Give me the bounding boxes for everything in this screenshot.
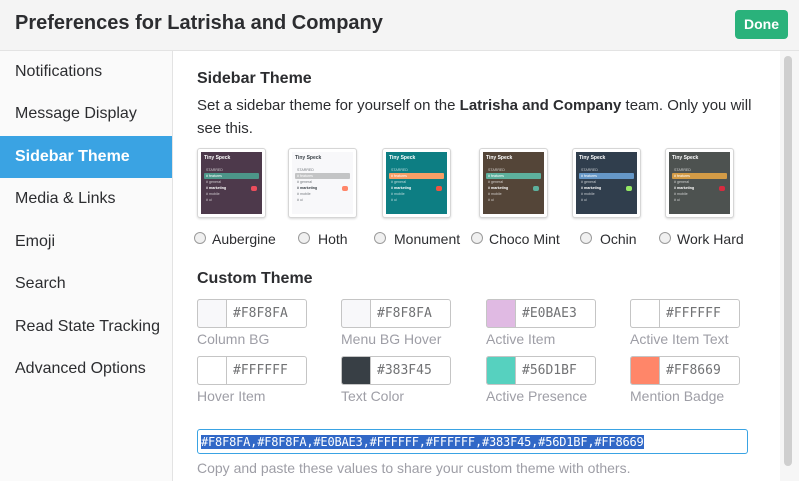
custom-color-label: Text Color — [341, 388, 405, 404]
custom-theme-heading: Custom Theme — [197, 270, 313, 287]
theme-share-value: #F8F8FA,#F8F8FA,#E0BAE3,#FFFFFF,#FFFFFF,… — [201, 435, 644, 449]
radio-button[interactable] — [374, 232, 386, 244]
custom-color-label: Active Presence — [486, 388, 588, 404]
radio-button[interactable] — [580, 232, 592, 244]
theme-preview: Tiny Speck STARRED # features # general # ma… — [386, 152, 447, 214]
theme-preview: Tiny Speck STARRED # features # general # ma… — [576, 152, 637, 214]
sidebar-item-advanced-options[interactable]: Advanced Options — [0, 348, 172, 391]
theme-share-help: Copy and paste these values to share you… — [197, 460, 631, 476]
sidebar-item-read-state-tracking[interactable]: Read State Tracking — [0, 306, 172, 349]
color-swatch[interactable] — [486, 299, 516, 328]
sidebar-item-message-display[interactable]: Message Display — [0, 93, 172, 136]
custom-color-label: Hover Item — [197, 388, 266, 404]
theme-name-label: Choco Mint — [489, 231, 560, 247]
custom-color-label: Column BG — [197, 331, 270, 347]
preview-team-name: Tiny Speck — [389, 155, 416, 161]
radio-button[interactable] — [471, 232, 483, 244]
color-swatch[interactable] — [630, 299, 660, 328]
custom-color-label: Active Item — [486, 331, 556, 347]
preview-badge — [626, 185, 632, 191]
hex-value[interactable]: #F8F8FA — [377, 306, 432, 321]
theme-name-label: Ochin — [600, 231, 637, 247]
sidebar-item-media-links[interactable]: Media & Links — [0, 178, 172, 221]
preview-team-name: Tiny Speck — [486, 155, 513, 161]
hex-value[interactable]: #F8F8FA — [233, 306, 288, 321]
custom-color-input[interactable]: #FFFFFF — [197, 356, 307, 385]
custom-color-label: Mention Badge — [630, 388, 725, 404]
theme-preview: Tiny Speck STARRED # features # general # ma… — [201, 152, 262, 214]
preview-channel: # ui — [488, 198, 494, 202]
main-panel: Sidebar Theme Set a sidebar theme for yo… — [174, 51, 779, 481]
custom-color-input[interactable]: #383F45 — [341, 356, 451, 385]
hex-value[interactable]: #FFFFFF — [233, 363, 288, 378]
custom-color-input[interactable]: #56D1BF — [486, 356, 596, 385]
preview-channel: # ui — [206, 198, 212, 202]
hex-value[interactable]: #FF8669 — [666, 363, 721, 378]
theme-swatch[interactable]: Tiny Speck STARRED # features # general # ma… — [288, 148, 357, 218]
scrollbar[interactable] — [780, 51, 799, 481]
preview-badge — [533, 185, 539, 191]
theme-name-label: Work Hard — [677, 231, 744, 247]
theme-name-label: Monument — [394, 231, 461, 247]
preview-channel: # ui — [297, 198, 303, 202]
color-swatch[interactable] — [630, 356, 660, 385]
sidebar-item-sidebar-theme[interactable]: Sidebar Theme — [0, 135, 172, 178]
sidebar-item-emoji[interactable]: Emoji — [0, 221, 172, 264]
radio-button[interactable] — [659, 232, 671, 244]
color-swatch[interactable] — [197, 299, 227, 328]
theme-swatch[interactable]: Tiny Speck STARRED # features # general # ma… — [572, 148, 641, 218]
custom-color-input[interactable]: #FF8669 — [630, 356, 740, 385]
preview-channel: # ui — [674, 198, 680, 202]
preview-badge — [436, 185, 442, 191]
theme-swatch[interactable]: Tiny Speck STARRED # features # general # ma… — [665, 148, 734, 218]
hex-value[interactable]: #E0BAE3 — [522, 306, 577, 321]
preview-team-name: Tiny Speck — [579, 155, 606, 161]
color-swatch[interactable] — [197, 356, 227, 385]
scrollbar-thumb[interactable] — [784, 56, 792, 466]
sidebar-item-search[interactable]: Search — [0, 263, 172, 306]
custom-color-label: Menu BG Hover — [341, 331, 442, 347]
radio-button[interactable] — [194, 232, 206, 244]
theme-swatch[interactable]: Tiny Speck STARRED # features # general # ma… — [197, 148, 266, 218]
preview-badge — [251, 185, 257, 191]
sidebar-theme-heading: Sidebar Theme — [197, 70, 312, 87]
page-title: Preferences for Latrisha and Company — [15, 12, 383, 34]
custom-color-input[interactable]: #E0BAE3 — [486, 299, 596, 328]
preview-badge — [342, 185, 348, 191]
modal-header: Preferences for Latrisha and Company Don… — [0, 0, 799, 51]
custom-color-label: Active Item Text — [630, 331, 729, 347]
color-swatch[interactable] — [341, 299, 371, 328]
preview-channel: # ui — [581, 198, 587, 202]
color-swatch[interactable] — [341, 356, 371, 385]
custom-color-input[interactable]: #F8F8FA — [197, 299, 307, 328]
preview-badge — [719, 185, 725, 191]
sidebar-item-notifications[interactable]: Notifications — [0, 51, 172, 93]
theme-swatch[interactable]: Tiny Speck STARRED # features # general # ma… — [479, 148, 548, 218]
theme-preview: Tiny Speck STARRED # features # general # ma… — [292, 152, 353, 214]
theme-name-label: Aubergine — [212, 231, 276, 247]
done-button[interactable]: Done — [735, 10, 788, 39]
custom-color-input[interactable]: #F8F8FA — [341, 299, 451, 328]
hex-value[interactable]: #FFFFFF — [666, 306, 721, 321]
hex-value[interactable]: #56D1BF — [522, 363, 577, 378]
theme-share-input[interactable]: #F8F8FA,#F8F8FA,#E0BAE3,#FFFFFF,#FFFFFF,… — [197, 429, 748, 454]
radio-button[interactable] — [298, 232, 310, 244]
theme-preview: Tiny Speck STARRED # features # general # ma… — [669, 152, 730, 214]
theme-name-label: Hoth — [318, 231, 348, 247]
color-swatch[interactable] — [486, 356, 516, 385]
theme-swatch[interactable]: Tiny Speck STARRED # features # general # ma… — [382, 148, 451, 218]
preview-team-name: Tiny Speck — [204, 155, 231, 161]
custom-color-input[interactable]: #FFFFFF — [630, 299, 740, 328]
preview-channel: # ui — [391, 198, 397, 202]
preview-team-name: Tiny Speck — [672, 155, 699, 161]
preferences-sidebar: Notifications Message Display Sidebar Th… — [0, 51, 173, 481]
theme-preview: Tiny Speck STARRED # features # general # ma… — [483, 152, 544, 214]
preview-team-name: Tiny Speck — [295, 155, 322, 161]
hex-value[interactable]: #383F45 — [377, 363, 432, 378]
sidebar-theme-description: Set a sidebar theme for yourself on the … — [197, 97, 752, 137]
